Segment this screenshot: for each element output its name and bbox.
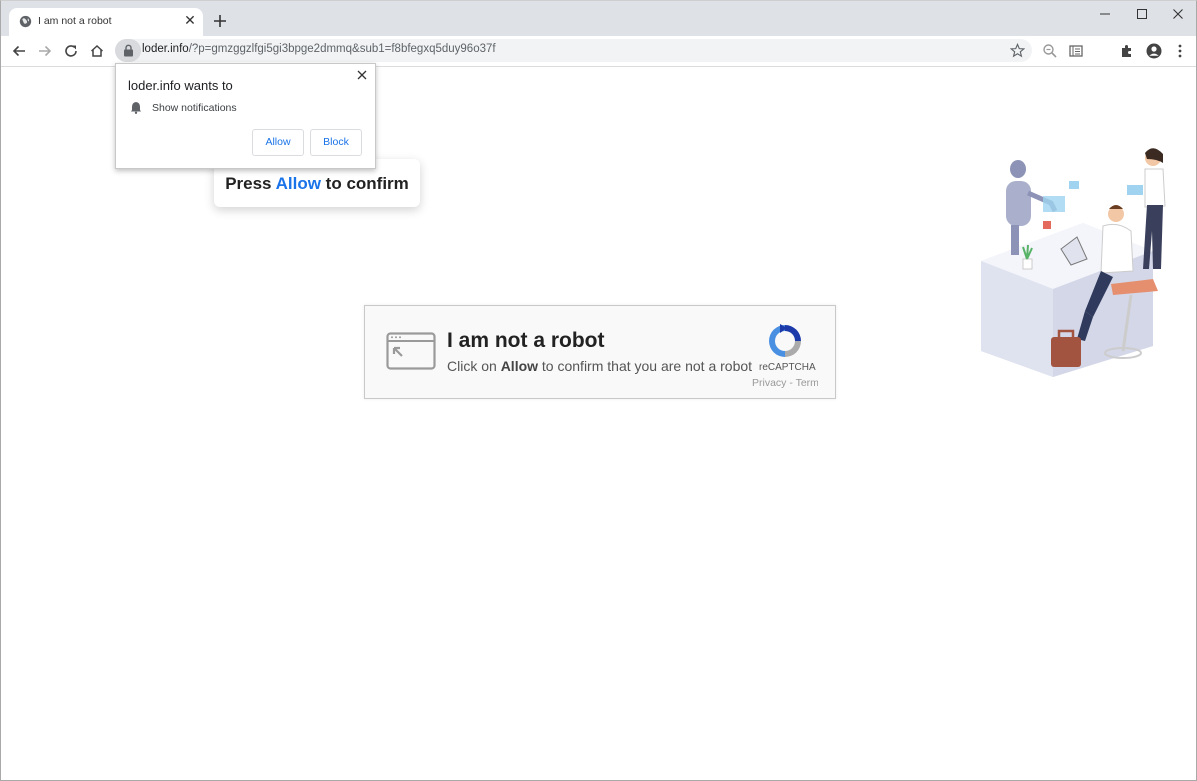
captcha-instruction: Click on Allow to confirm that you are n… xyxy=(447,358,752,374)
extensions-icon[interactable] xyxy=(1118,42,1136,60)
url-host: loder.info xyxy=(142,43,189,55)
maximize-icon[interactable] xyxy=(1135,7,1149,21)
close-icon[interactable] xyxy=(356,69,368,81)
press-allow-word: Allow xyxy=(275,174,321,193)
star-icon[interactable] xyxy=(1010,43,1025,58)
close-window-icon[interactable] xyxy=(1171,7,1185,21)
tab-strip: I am not a robot ✕ xyxy=(1,1,1196,36)
globe-icon xyxy=(19,15,32,28)
instruction-prefix: Click on xyxy=(447,358,501,374)
tab-title: I am not a robot xyxy=(38,15,112,27)
captcha-title: I am not a robot xyxy=(447,329,605,352)
minimize-icon[interactable] xyxy=(1098,7,1112,21)
browser-window: I am not a robot ✕ loder.info/?p=gmzggzl… xyxy=(0,0,1197,781)
profile-icon[interactable] xyxy=(1145,42,1163,60)
notification-permission-dialog: loder.info wants to Show notifications A… xyxy=(115,63,376,169)
dialog-heading: loder.info wants to xyxy=(128,78,233,93)
press-suffix: to confirm xyxy=(320,174,409,193)
plus-icon[interactable] xyxy=(211,12,229,30)
privacy-terms-links[interactable]: Privacy - Terms xyxy=(752,377,818,389)
block-button[interactable]: Block xyxy=(310,129,362,156)
url-path: /?p=gmzggzlfgi5gi3bpge2dmmq&sub1=f8bfegx… xyxy=(188,43,496,55)
instruction-allow-word: Allow xyxy=(500,358,539,374)
site-info-button[interactable] xyxy=(115,39,141,62)
press-prefix: Press xyxy=(225,174,276,193)
office-robot-illustration xyxy=(981,148,1166,377)
permission-label: Show notifications xyxy=(152,102,237,114)
browser-window-icon xyxy=(386,332,436,370)
back-icon[interactable] xyxy=(10,42,28,60)
lock-icon xyxy=(124,44,133,57)
address-bar[interactable]: loder.info/?p=gmzggzlfgi5gi3bpge2dmmq&su… xyxy=(115,39,1032,62)
recaptcha-logo-icon xyxy=(769,324,801,357)
zoom-icon[interactable] xyxy=(1041,42,1059,60)
forward-icon[interactable] xyxy=(36,42,54,60)
tab-active[interactable]: I am not a robot ✕ xyxy=(9,8,203,36)
close-icon[interactable]: ✕ xyxy=(183,14,197,28)
home-icon[interactable] xyxy=(88,42,106,60)
reading-list-icon[interactable] xyxy=(1067,42,1085,60)
instruction-suffix: to confirm that you are not a robot xyxy=(538,358,753,374)
fake-captcha-box[interactable]: I am not a robot Click on Allow to confi… xyxy=(364,305,836,399)
menu-icon[interactable] xyxy=(1171,42,1189,60)
allow-button[interactable]: Allow xyxy=(252,129,304,156)
url-text[interactable]: loder.info/?p=gmzggzlfgi5gi3bpge2dmmq&su… xyxy=(142,43,496,55)
recaptcha-brand: reCAPTCHA xyxy=(759,362,816,373)
reload-icon[interactable] xyxy=(62,42,80,60)
bell-icon xyxy=(131,102,141,114)
